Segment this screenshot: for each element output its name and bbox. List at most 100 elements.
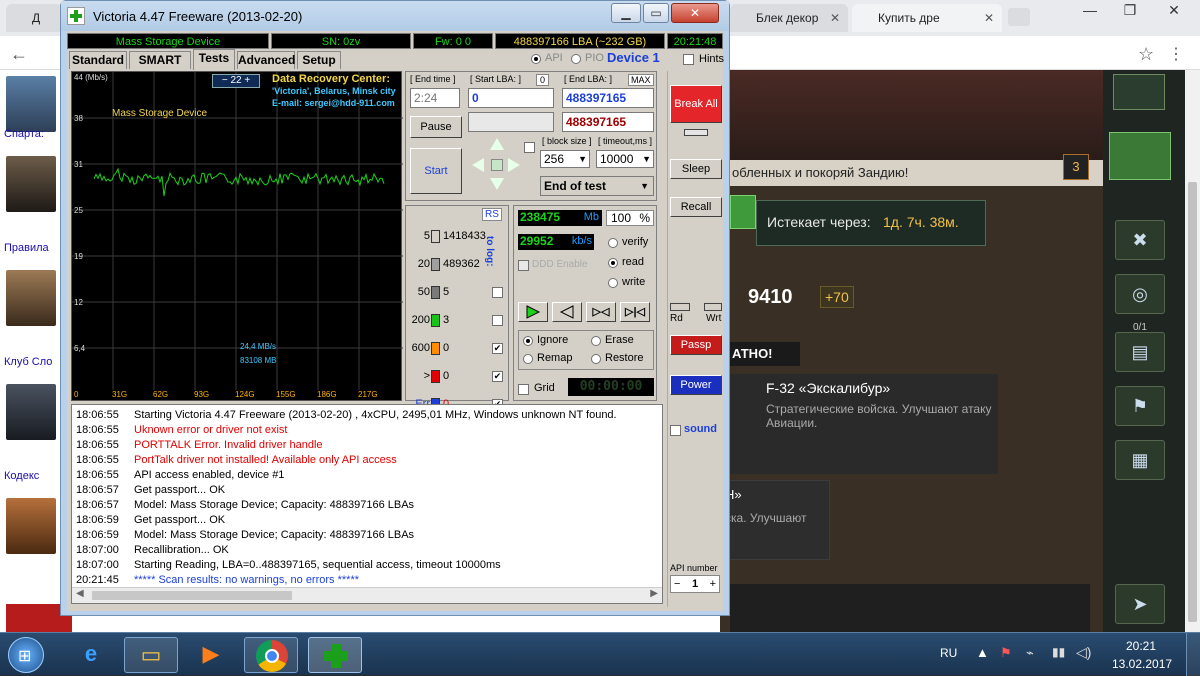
start-lba-field[interactable]: 0 — [468, 88, 554, 108]
arrow-right-icon[interactable] — [508, 158, 520, 172]
card[interactable]: Н» ска. Улучшают — [720, 480, 830, 560]
pio-radio[interactable] — [571, 54, 581, 64]
hints-checkbox[interactable] — [683, 54, 694, 65]
tab-standard[interactable]: Standard — [69, 51, 127, 69]
tray-power-icon[interactable]: ⌁ — [1026, 645, 1034, 661]
sound-checkbox[interactable] — [670, 425, 681, 436]
play-button[interactable] — [518, 302, 548, 322]
globe-icon[interactable]: ◎ — [1115, 274, 1165, 314]
tray-flag-icon[interactable]: ⚑ — [1000, 645, 1012, 661]
item-label[interactable]: Би — [4, 560, 17, 572]
close-button[interactable]: ✕ — [671, 3, 719, 23]
break-all-button[interactable]: Break All — [670, 85, 722, 123]
browser-tab[interactable]: Блек декор ✕ — [730, 4, 848, 32]
tools-icon[interactable]: ✖ — [1115, 220, 1165, 260]
log-checkbox[interactable] — [492, 287, 503, 298]
rs-button[interactable]: RS — [482, 208, 502, 221]
verify-radio[interactable] — [608, 238, 618, 248]
item-label[interactable]: Спарта: — [4, 128, 44, 140]
scrollbar-thumb[interactable] — [1188, 182, 1197, 622]
minimize-button[interactable]: — — [1068, 0, 1112, 22]
item-thumbnail[interactable] — [6, 76, 56, 132]
ignore-radio[interactable] — [523, 336, 533, 346]
scroll-left-icon[interactable]: ◀ — [76, 588, 84, 599]
end-lba-current-field[interactable]: 488397165 — [562, 112, 654, 132]
arrow-left-icon[interactable] — [472, 158, 484, 172]
timeout-select[interactable]: 10000 ▼ — [596, 150, 654, 168]
close-icon[interactable]: ✕ — [984, 4, 994, 32]
center-icon[interactable] — [491, 159, 503, 171]
close-icon[interactable]: ✕ — [830, 4, 840, 32]
read-radio[interactable] — [608, 258, 618, 268]
language-indicator[interactable]: RU — [940, 646, 957, 660]
tab-tests[interactable]: Tests — [193, 49, 235, 70]
sleep-button[interactable]: Sleep — [670, 159, 722, 179]
start-button[interactable]: Start — [410, 148, 462, 194]
erase-radio[interactable] — [591, 336, 601, 346]
tab-setup[interactable]: Setup — [297, 51, 341, 69]
menu-icon[interactable]: ⋮ — [1168, 44, 1184, 64]
item-label[interactable]: Клуб Сло — [4, 356, 52, 368]
api-radio[interactable] — [531, 54, 541, 64]
restore-radio[interactable] — [591, 354, 601, 364]
pause-button[interactable]: Pause — [410, 116, 462, 138]
item-thumbnail[interactable] — [6, 498, 56, 554]
minimize-button[interactable]: ▁ — [611, 3, 641, 23]
card[interactable]: F-32 «Экскалибур» Стратегические войска.… — [720, 374, 998, 474]
end-time-field[interactable]: 2:24 — [410, 88, 460, 108]
star-icon[interactable]: ☆ — [1138, 44, 1154, 65]
map-icon[interactable]: ▦ — [1115, 440, 1165, 480]
item-label[interactable]: Правила — [4, 242, 49, 254]
maximize-button[interactable]: ❐ — [1108, 0, 1152, 22]
skip-back-icon[interactable]: ▷◁ — [586, 302, 616, 322]
arrow-down-icon[interactable] — [490, 178, 504, 190]
passp-button[interactable]: Passp — [670, 335, 722, 355]
cursor-icon[interactable]: ➤ — [1115, 584, 1165, 624]
pad-checkbox[interactable] — [524, 142, 535, 153]
tray-arrow-icon[interactable]: ▲ — [976, 645, 989, 660]
show-desktop-button[interactable] — [1186, 633, 1200, 676]
minus-icon[interactable]: − — [674, 576, 680, 592]
victoria-taskbar-icon[interactable] — [308, 637, 362, 673]
volume-icon[interactable]: ◁) — [1076, 644, 1091, 661]
counter-minus[interactable]: − — [222, 75, 228, 86]
horizontal-scrollbar[interactable]: ◀ ▶ — [72, 587, 662, 603]
close-button[interactable]: ✕ — [1152, 0, 1196, 22]
item-thumbnail[interactable] — [6, 384, 56, 440]
item-thumbnail[interactable] — [6, 156, 56, 212]
ddd-checkbox[interactable] — [518, 260, 529, 271]
maximize-button[interactable]: ▭ — [643, 3, 669, 23]
new-tab-button[interactable] — [1008, 8, 1030, 26]
flag-icon[interactable]: ⚑ — [1115, 386, 1165, 426]
back-icon[interactable]: ← — [10, 44, 28, 65]
log-checkbox[interactable]: ✔ — [492, 371, 503, 382]
game-button[interactable] — [730, 195, 756, 229]
log-checkbox[interactable]: ✔ — [492, 343, 503, 354]
tray-clock-date[interactable]: 13.02.2017 — [1112, 657, 1172, 671]
plus-icon[interactable]: + — [710, 576, 716, 592]
explorer-icon[interactable]: ▭ — [124, 637, 178, 673]
back-button[interactable] — [552, 302, 582, 322]
document-icon[interactable]: ▤ — [1115, 332, 1165, 372]
shop-cart-icon[interactable] — [1109, 132, 1171, 180]
grid-checkbox[interactable] — [518, 384, 529, 395]
tray-clock-time[interactable]: 20:21 — [1126, 639, 1156, 653]
remap-radio[interactable] — [523, 354, 533, 364]
log-checkbox[interactable] — [492, 315, 503, 326]
skip-end-icon[interactable]: ▷|◁ — [620, 302, 650, 322]
recall-button[interactable]: Recall — [670, 197, 722, 217]
monitor-icon[interactable] — [1113, 74, 1165, 110]
end-lba-max[interactable]: MAX — [628, 74, 654, 86]
browser-tab[interactable]: Д — [6, 4, 62, 32]
start-lba-zero[interactable]: 0 — [536, 74, 550, 86]
page-scrollbar[interactable] — [1185, 70, 1200, 632]
network-icon[interactable]: ▮▮ — [1052, 645, 1065, 659]
counter-plus[interactable]: + — [244, 75, 250, 86]
device-label[interactable]: Device 1 — [607, 50, 660, 65]
write-radio[interactable] — [608, 278, 618, 288]
api-number-stepper[interactable]: − 1 + — [670, 575, 720, 593]
block-size-select[interactable]: 256 ▼ — [540, 150, 590, 168]
start-button[interactable]: ⊞ — [8, 637, 44, 673]
media-player-icon[interactable]: ▶ — [184, 637, 238, 673]
end-action-select[interactable]: End of test ▼ — [540, 176, 654, 196]
